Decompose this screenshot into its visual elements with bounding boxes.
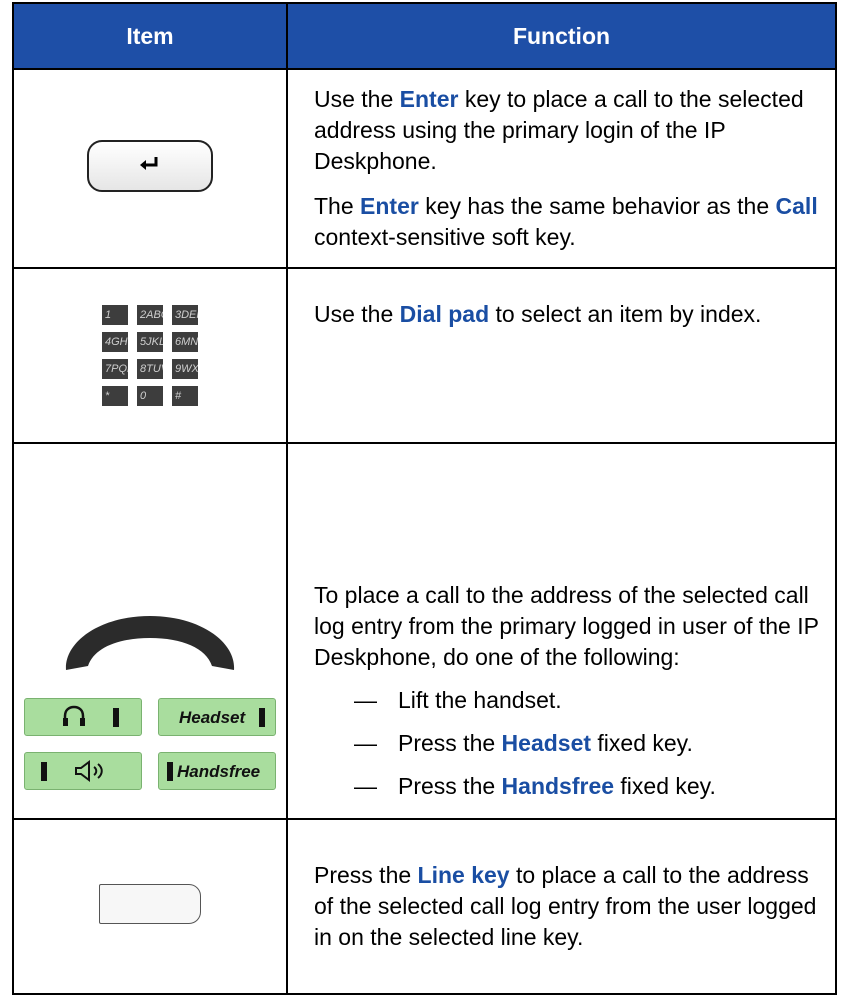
key-indicator xyxy=(113,708,119,727)
dial-key: 7PQRS xyxy=(102,359,128,379)
key-indicator xyxy=(41,762,47,781)
dial-key: 2ABC xyxy=(137,305,163,325)
keyword-dial-pad: Dial pad xyxy=(399,301,490,327)
table-header-row: Item Function xyxy=(12,2,837,70)
key-indicator xyxy=(167,762,173,781)
key-indicator xyxy=(259,708,265,727)
function-cell: Press the Line key to place a call to th… xyxy=(286,818,837,995)
speaker-icon-key xyxy=(24,752,142,790)
item-cell: Headset Handsfree xyxy=(12,442,288,820)
list-item: — Lift the handset. xyxy=(354,687,562,713)
function-text: Use the Dial pad to select an item by in… xyxy=(314,301,762,327)
headset-key-label: Headset xyxy=(179,708,246,727)
dial-key: 3DEF xyxy=(172,305,198,325)
dial-key: 6MNO xyxy=(172,332,198,352)
item-cell: 1 2ABC 3DEF 4GHI 5JKL 6MNO 7PQRS 8TUV 9W… xyxy=(12,267,288,444)
dial-key: # xyxy=(172,386,198,406)
handsfree-key-label: Handsfree xyxy=(177,762,261,781)
keyword-headset: Headset xyxy=(501,730,592,756)
function-cell: Use the Enter key to place a call to the… xyxy=(286,68,837,269)
list-item: — Press the Headset fixed key. xyxy=(354,730,693,756)
keyword-handsfree: Handsfree xyxy=(501,773,615,799)
function-cell: To place a call to the address of the se… xyxy=(286,442,837,820)
keyword-line-key: Line key xyxy=(417,862,510,888)
enter-key-icon xyxy=(87,140,213,192)
keyword-enter: Enter xyxy=(399,86,459,112)
handset-icon xyxy=(65,616,235,670)
item-cell xyxy=(12,818,288,995)
function-text: Press the Line key to place a call to th… xyxy=(314,862,817,950)
headset-fixed-key: Headset xyxy=(158,698,276,736)
headset-icon-key xyxy=(24,698,142,736)
dial-pad-icon: 1 2ABC 3DEF 4GHI 5JKL 6MNO 7PQRS 8TUV 9W… xyxy=(102,305,198,406)
table-row: Headset Handsfree To place a call to the… xyxy=(12,442,837,820)
list-item: — Press the Handsfree fixed key. xyxy=(354,773,716,799)
dial-key: 5JKL xyxy=(137,332,163,352)
table-row: 1 2ABC 3DEF 4GHI 5JKL 6MNO 7PQRS 8TUV 9W… xyxy=(12,267,837,444)
function-text: Use the Enter key to place a call to the… xyxy=(314,86,804,174)
dial-key: 0 xyxy=(137,386,163,406)
function-text: To place a call to the address of the se… xyxy=(314,582,819,670)
line-key-icon xyxy=(99,884,201,924)
table-row: Use the Enter key to place a call to the… xyxy=(12,68,837,269)
keyword-enter: Enter xyxy=(360,193,419,219)
options-list: — Lift the handset. — Press the Headset fi… xyxy=(314,685,819,802)
dial-key: 8TUV xyxy=(137,359,163,379)
function-table: Item Function Use the Enter key to place… xyxy=(12,2,837,995)
headset-icon xyxy=(63,705,85,726)
table-row: Press the Line key to place a call to th… xyxy=(12,818,837,995)
dial-key: 9WXYZ xyxy=(172,359,198,379)
item-cell xyxy=(12,68,288,269)
header-function: Function xyxy=(286,2,837,70)
handsfree-fixed-key: Handsfree xyxy=(158,752,276,790)
speaker-icon xyxy=(75,760,103,782)
header-item: Item xyxy=(12,2,288,70)
dial-key: * xyxy=(102,386,128,406)
fixed-keys-group: Headset Handsfree xyxy=(24,698,276,790)
dial-key: 1 xyxy=(102,305,128,325)
function-cell: Use the Dial pad to select an item by in… xyxy=(286,267,837,444)
keyword-call: Call xyxy=(775,193,818,219)
function-text: The Enter key has the same behavior as t… xyxy=(314,193,818,250)
dial-key: 4GHI xyxy=(102,332,128,352)
